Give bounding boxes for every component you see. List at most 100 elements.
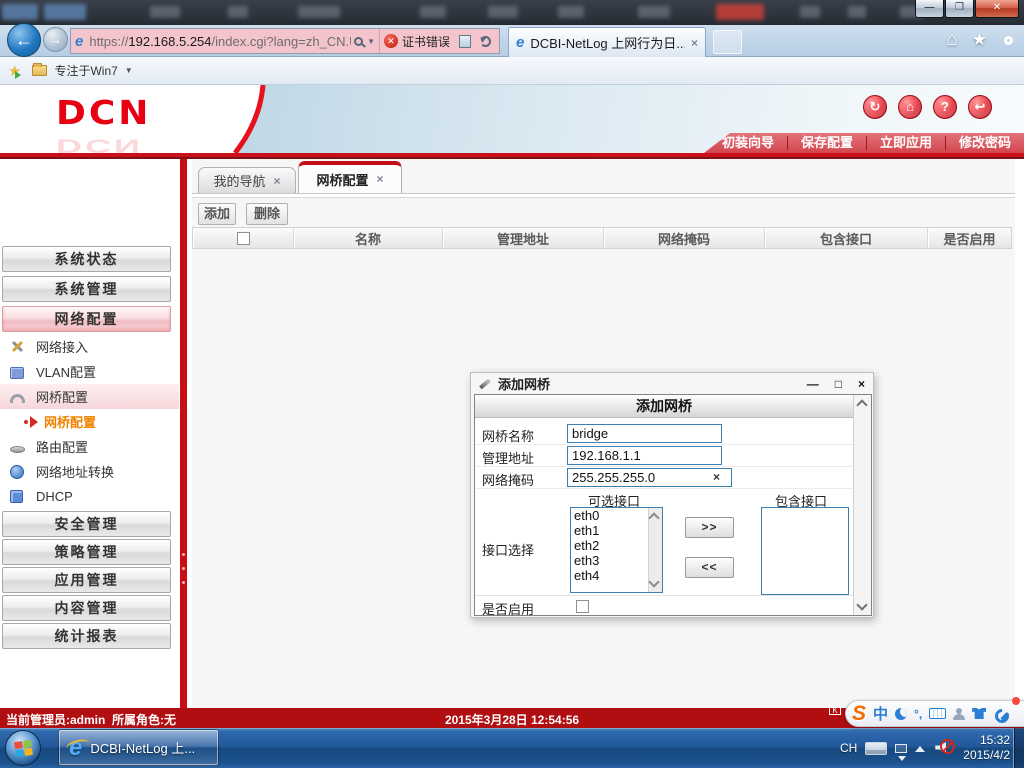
taskbar-ie-button[interactable]: e DCBI-NetLog 上... — [58, 729, 219, 766]
fullwidth-moon-icon[interactable] — [895, 707, 908, 720]
sogou-status-icon[interactable]: K — [829, 705, 841, 715]
back-button[interactable]: ← — [7, 23, 41, 57]
scroll-down-icon[interactable] — [856, 599, 868, 611]
maximize-button[interactable]: ❐ — [945, 0, 974, 18]
dialog-maximize-icon[interactable]: □ — [835, 377, 842, 391]
tab-close-icon[interactable]: × — [274, 174, 281, 188]
bridge-name-input[interactable] — [567, 424, 722, 443]
sidebar-item-app-management[interactable]: 应用管理 — [2, 567, 171, 593]
favorites-star-icon[interactable]: ★ — [972, 30, 987, 50]
sidebar-item-network-config[interactable]: 网络配置 — [2, 306, 171, 332]
sidebar-item-bridge-config-sub[interactable]: 网桥配置 — [0, 409, 179, 434]
add-favorite-icon[interactable]: ★ — [8, 62, 22, 80]
mgmt-address-label: 管理地址 — [482, 451, 535, 466]
forward-button[interactable]: → — [43, 27, 68, 52]
add-button[interactable]: 添加 — [198, 203, 236, 225]
taskbar-clock[interactable]: 15:32 2015/4/2 — [963, 733, 1010, 763]
dialog-close-icon[interactable]: × — [858, 377, 865, 391]
sidebar-item-dhcp[interactable]: DHCP — [0, 484, 179, 509]
address-dropdown-icon[interactable]: ▼ — [367, 37, 375, 46]
certificate-error-button[interactable]: ✕ 证书错误 — [378, 29, 454, 53]
sidebar-item-content-management[interactable]: 内容管理 — [2, 595, 171, 621]
volume-muted-icon[interactable] — [933, 737, 956, 759]
tab-close-icon[interactable]: × — [377, 172, 384, 186]
close-button[interactable]: ✕ — [975, 0, 1019, 18]
sidebar-item-network-access[interactable]: 网络接入 — [0, 334, 179, 359]
sidebar-item-route-config[interactable]: 路由配置 — [0, 434, 179, 459]
home-round-icon[interactable]: ⌂ — [898, 95, 922, 119]
sidebar-item-system-status[interactable]: 系统状态 — [2, 246, 171, 272]
punctuation-icon[interactable]: °, — [914, 707, 922, 721]
sidebar: 系统状态 系统管理 网络配置 网络接入 VLAN配置 网桥配置 网桥配置 路由配… — [0, 159, 179, 708]
dialog-titlebar[interactable]: 添加网桥 — □ × — [471, 373, 873, 394]
help-round-icon[interactable]: ? — [933, 95, 957, 119]
mgmt-address-input[interactable] — [567, 446, 722, 465]
minimize-button[interactable]: — — [915, 0, 944, 18]
list-scrollbar[interactable] — [648, 508, 662, 592]
bridge-name-label: 网桥名称 — [482, 429, 535, 444]
move-left-button[interactable]: << — [685, 557, 734, 578]
sidebar-item-nat[interactable]: 网络地址转换 — [0, 459, 179, 484]
chevron-down-icon[interactable]: ▼ — [125, 66, 133, 75]
keyboard-icon[interactable] — [865, 741, 888, 755]
language-bar-restore-icon[interactable] — [895, 743, 908, 761]
dialog-minimize-icon[interactable]: — — [807, 377, 819, 391]
available-interfaces-list[interactable]: eth0 eth1 eth2 eth3 eth4 — [570, 507, 663, 593]
scroll-down-icon[interactable] — [648, 576, 660, 588]
url-text[interactable]: https://192.168.5.254/index.cgi?lang=zh_… — [89, 34, 351, 49]
folder-icon[interactable] — [32, 63, 48, 76]
sogou-logo[interactable]: S — [852, 702, 866, 726]
field-row: 网络掩码 × — [475, 467, 853, 489]
included-interfaces-list[interactable] — [761, 507, 849, 595]
sidebar-item-statistics-report[interactable]: 统计报表 — [2, 623, 171, 649]
change-password-button[interactable]: 修改密码 — [946, 133, 1024, 153]
show-desktop-button[interactable] — [1013, 728, 1024, 768]
table-header: 名称 管理地址 网络掩码 包含接口 是否启用 — [192, 227, 1012, 249]
tab-close-icon[interactable]: × — [691, 36, 698, 50]
clear-input-icon[interactable]: × — [713, 470, 720, 484]
netmask-input[interactable] — [567, 468, 732, 487]
scroll-up-icon[interactable] — [648, 512, 660, 524]
sidebar-item-security-management[interactable]: 安全管理 — [2, 511, 171, 537]
refresh-round-icon[interactable]: ↻ — [863, 95, 887, 119]
compatibility-view-icon[interactable] — [459, 34, 471, 48]
address-bar[interactable]: e https://192.168.5.254/index.cgi?lang=z… — [70, 28, 500, 54]
apply-now-button[interactable]: 立即应用 — [867, 133, 945, 153]
background-blob — [848, 6, 866, 18]
settings-wrench-icon[interactable] — [993, 707, 1007, 721]
notification-dot — [1012, 697, 1020, 705]
account-icon[interactable] — [953, 707, 966, 720]
sidebar-item-vlan-config[interactable]: VLAN配置 — [0, 359, 179, 384]
save-config-button[interactable]: 保存配置 — [788, 133, 866, 153]
delete-button[interactable]: 删除 — [246, 203, 288, 225]
start-button[interactable] — [5, 730, 41, 766]
sidebar-item-system-management[interactable]: 系统管理 — [2, 276, 171, 302]
content-tab-bridge-config[interactable]: 网桥配置 × — [298, 161, 402, 193]
dcn-logo: DCN — [56, 94, 152, 133]
search-icon[interactable] — [354, 36, 364, 46]
interface-select-label: 接口选择 — [482, 543, 535, 558]
home-icon[interactable]: ⌂ — [946, 29, 957, 51]
scroll-up-icon[interactable] — [856, 399, 868, 411]
select-all-checkbox[interactable] — [236, 231, 250, 245]
enable-checkbox[interactable] — [576, 600, 589, 613]
new-tab-button[interactable] — [713, 30, 742, 54]
background-blob — [558, 6, 584, 18]
sidebar-item-policy-management[interactable]: 策略管理 — [2, 539, 171, 565]
favorites-item[interactable]: 专注于Win7 — [54, 62, 117, 79]
dialog-scrollbar[interactable] — [853, 395, 871, 615]
logout-round-icon[interactable]: ↩ — [968, 95, 992, 119]
soft-keyboard-icon[interactable] — [929, 708, 947, 719]
move-right-button[interactable]: >> — [685, 517, 734, 538]
skin-icon[interactable] — [972, 708, 987, 719]
route-disc-icon — [10, 445, 25, 453]
chinese-mode-icon[interactable]: 中 — [873, 703, 888, 724]
splitter[interactable] — [180, 159, 187, 708]
language-indicator[interactable]: CH — [840, 741, 857, 755]
refresh-icon[interactable] — [480, 35, 491, 47]
content-tab-my-navigation[interactable]: 我的导航 × — [198, 167, 296, 193]
show-hidden-icons[interactable] — [915, 741, 926, 752]
sidebar-item-bridge-config[interactable]: 网桥配置 — [0, 384, 179, 409]
gear-icon[interactable] — [1004, 35, 1013, 45]
browser-tab[interactable]: e DCBI-NetLog 上网行为日... × — [508, 27, 706, 57]
